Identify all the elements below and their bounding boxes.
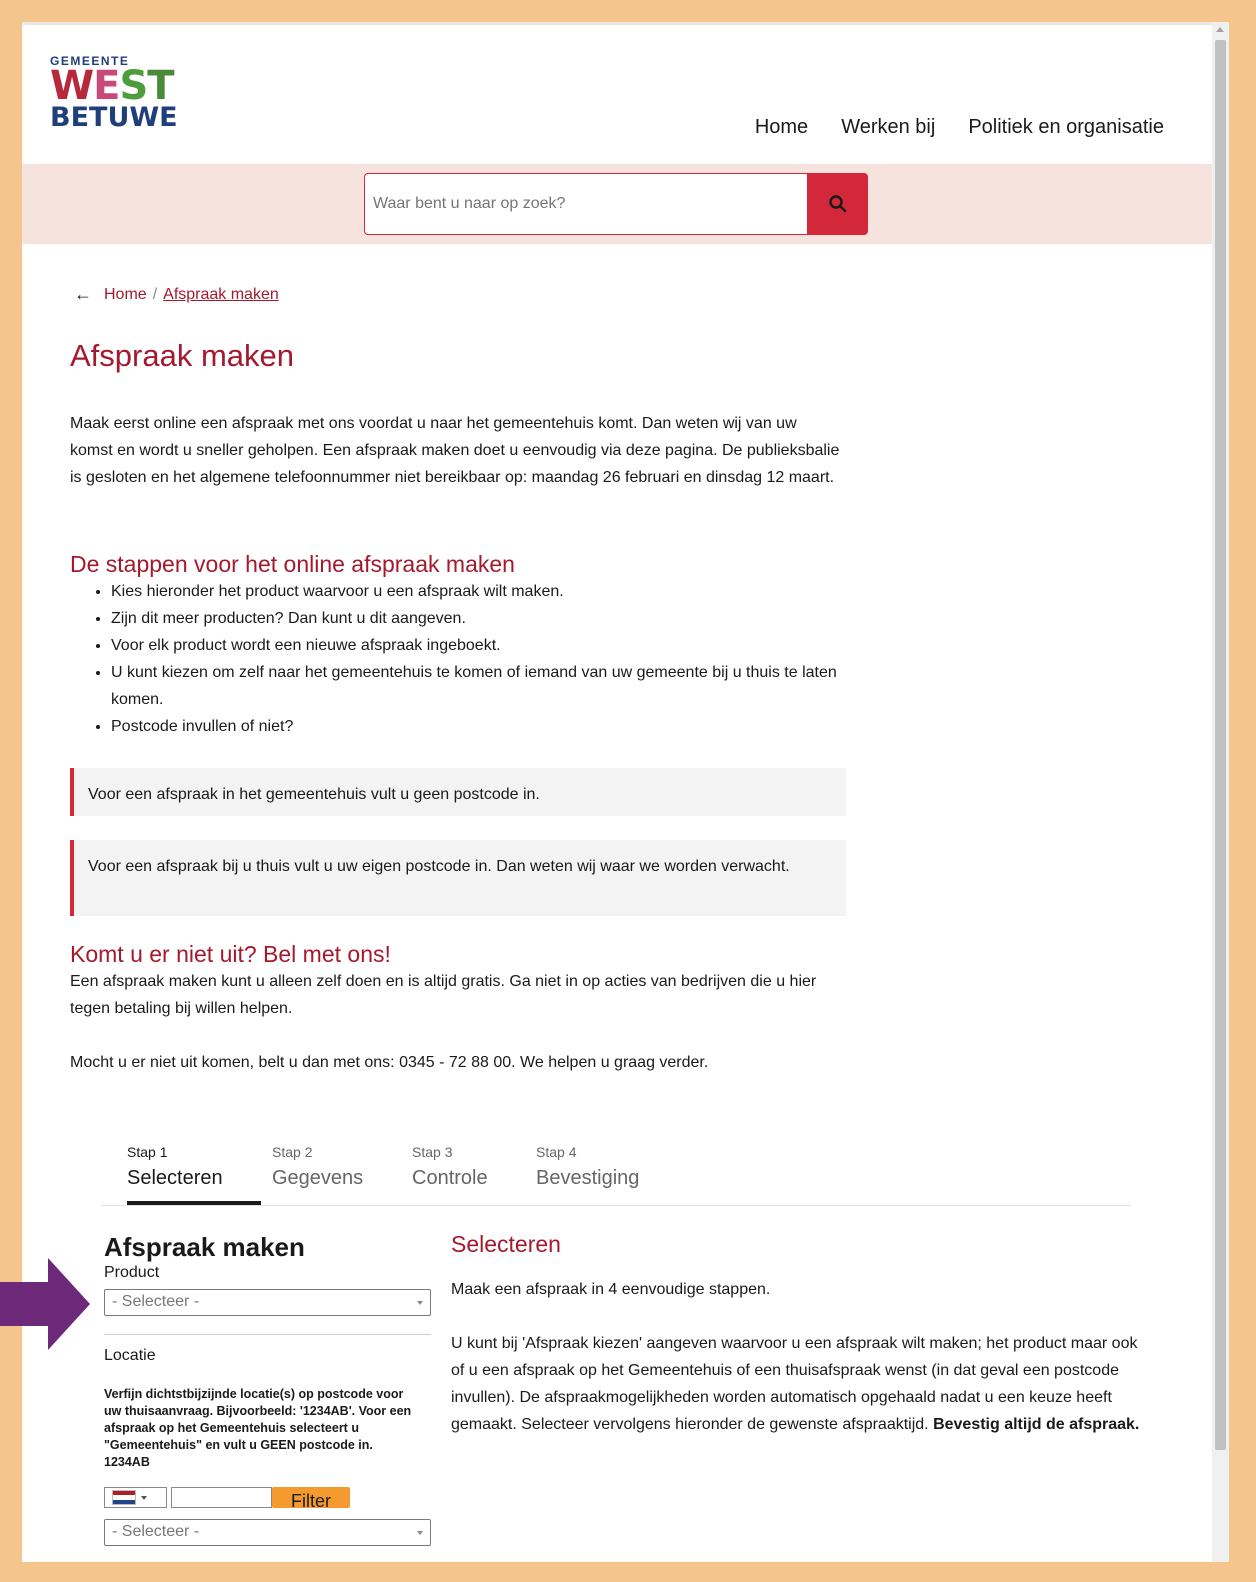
tab-stap-3[interactable]: Stap 3 Controle [412, 1144, 488, 1190]
selecteren-explanation: U kunt bij 'Afspraak kiezen' aangeven wa… [451, 1330, 1141, 1438]
tab-step-label: Stap 2 [272, 1144, 313, 1160]
tab-step-label: Stap 1 [127, 1144, 168, 1160]
breadcrumb-separator: / [152, 285, 158, 303]
call-text-2: Mocht u er niet uit komen, belt u dan me… [70, 1054, 709, 1071]
list-item: U kunt kiezen om zelf naar het gemeenteh… [111, 659, 851, 713]
nav-werken-bij[interactable]: Werken bij [841, 116, 935, 139]
call-heading: Komt u er niet uit? Bel met ons! [70, 941, 391, 967]
chevron-down-icon [417, 1531, 423, 1535]
form-title: Afspraak maken [104, 1232, 305, 1262]
pointer-arrow-icon [0, 1258, 90, 1350]
list-item: Voor elk product wordt een nieuwe afspra… [111, 632, 851, 659]
search-box [364, 173, 808, 235]
location-label: Locatie [104, 1347, 156, 1364]
search-icon [828, 195, 846, 213]
tab-step-name: Selecteren [127, 1167, 223, 1189]
breadcrumb-current[interactable]: Afspraak maken [163, 286, 279, 304]
steps-heading: De stappen voor het online afspraak make… [70, 551, 515, 577]
product-label: Product [104, 1264, 160, 1281]
top-border [22, 22, 1212, 25]
tab-step-label: Stap 3 [412, 1144, 453, 1160]
scrollbar-thumb[interactable] [1215, 40, 1226, 1450]
browser-viewport: GEMEENTE WEST BETUWE Home Werken bij Pol… [22, 22, 1212, 1562]
location-help: Verfijn dichtstbijzijnde locatie(s) op p… [104, 1387, 412, 1469]
search-band [22, 164, 1212, 244]
list-item: Kies hieronder het product waarvoor u ee… [111, 578, 851, 605]
breadcrumb-home[interactable]: Home [104, 286, 147, 304]
location-select-value: - Selecteer - [112, 1523, 200, 1540]
tab-stap-1[interactable]: Stap 1 Selecteren [127, 1144, 261, 1205]
selecteren-intro: Maak een afspraak in 4 eenvoudige stappe… [451, 1281, 771, 1298]
search-input[interactable] [365, 174, 808, 234]
gemeente-logo[interactable]: GEMEENTE WEST BETUWE [50, 54, 178, 132]
netherlands-flag-icon [112, 1490, 136, 1505]
logo-betuwe: BETUWE [50, 102, 178, 133]
selecteren-heading: Selecteren [451, 1231, 561, 1257]
list-item: Zijn dit meer producten? Dan kunt u dit … [111, 605, 851, 632]
tab-stap-2[interactable]: Stap 2 Gegevens [272, 1144, 363, 1190]
tab-step-label: Stap 4 [536, 1144, 577, 1160]
divider [104, 1334, 431, 1335]
tab-step-name: Bevestiging [536, 1167, 640, 1189]
back-arrow-icon[interactable]: ← [74, 284, 92, 305]
chevron-down-icon [141, 1495, 147, 1500]
filter-button[interactable]: Filter [272, 1487, 350, 1511]
search-button[interactable] [807, 173, 868, 235]
note-thuis: Voor een afspraak bij u thuis vult u uw … [70, 840, 846, 916]
nav-home[interactable]: Home [755, 116, 808, 139]
note-gemeentehuis: Voor een afspraak in het gemeentehuis vu… [70, 768, 846, 816]
tab-step-name: Controle [412, 1167, 488, 1189]
confirm-emphasis: Bevestig altijd de afspraak. [933, 1416, 1140, 1433]
scroll-up-arrow-icon[interactable] [1216, 27, 1224, 32]
tab-step-name: Gegevens [272, 1167, 364, 1189]
location-select[interactable]: - Selecteer - [104, 1519, 431, 1546]
country-select[interactable] [104, 1487, 167, 1508]
intro-text: Maak eerst online een afspraak met ons v… [70, 415, 840, 486]
wizard-tabs: Stap 1 Selecteren Stap 2 Gegevens Stap 3… [101, 1144, 1131, 1206]
logo-west: WEST [50, 63, 175, 109]
list-item: Postcode invullen of niet? [111, 713, 851, 740]
chevron-down-icon [417, 1301, 423, 1305]
scrollbar[interactable] [1212, 22, 1229, 1562]
postcode-input[interactable] [171, 1487, 272, 1508]
page-title: Afspraak maken [70, 338, 294, 373]
main-nav: Home Werken bij Politiek en organisatie [755, 116, 1164, 139]
postcode-row: Filter [104, 1487, 350, 1511]
tab-stap-4[interactable]: Stap 4 Bevestiging [536, 1144, 639, 1190]
nav-politiek[interactable]: Politiek en organisatie [968, 116, 1164, 139]
product-select-value: - Selecteer - [112, 1293, 200, 1310]
call-text-1: Een afspraak maken kunt u alleen zelf do… [70, 973, 817, 1017]
breadcrumb: ← Home / Afspraak maken [74, 284, 279, 305]
product-select[interactable]: - Selecteer - [104, 1289, 431, 1316]
steps-list: Kies hieronder het product waarvoor u ee… [111, 578, 851, 740]
